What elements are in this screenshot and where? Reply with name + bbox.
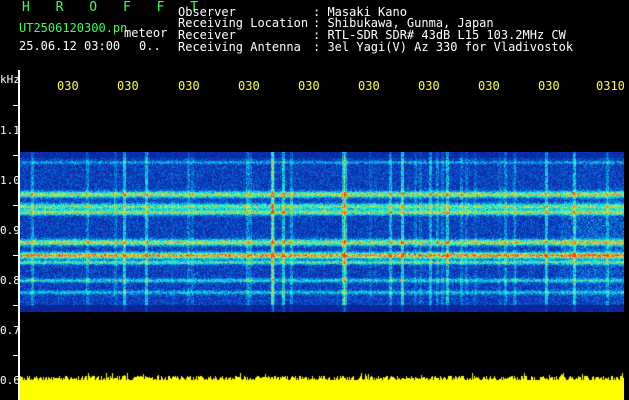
x-tick-label: 030 <box>538 79 560 93</box>
datetime: 25.06.12 03:00 <box>19 39 121 53</box>
y-tick-label: 0.6 <box>0 374 20 387</box>
x-tick-label: 030 <box>418 79 440 93</box>
x-tick-label: 030 <box>178 79 200 93</box>
x-tick-label: 0310 <box>596 79 625 93</box>
x-tick-label: 030 <box>358 79 380 93</box>
counter: 0.. <box>139 39 161 53</box>
filename-suffix: meteor <box>124 26 168 40</box>
y-tick <box>13 305 19 306</box>
filename: UT2506120300.pn <box>19 21 128 35</box>
y-axis-unit: kHz <box>0 73 20 86</box>
y-tick <box>13 355 19 356</box>
spectrogram <box>20 152 624 312</box>
field-label-antenna: Receiving Antenna <box>178 40 301 54</box>
y-tick-label: 0.7 <box>0 324 20 337</box>
x-tick-label: 030 <box>238 79 260 93</box>
y-tick <box>13 155 19 156</box>
x-tick-label: 030 <box>57 79 79 93</box>
y-tick-label: 0.9 <box>0 224 20 237</box>
y-tick-label: 0.8 <box>0 274 20 287</box>
power-band <box>20 368 624 400</box>
y-tick <box>13 255 19 256</box>
y-tick-label: 1.1 <box>0 124 20 137</box>
x-tick-label: 030 <box>478 79 500 93</box>
y-tick <box>13 205 19 206</box>
field-value-antenna: : 3el Yagi(V) Az 330 for Vladivostok <box>313 40 574 54</box>
y-tick-label: 1.0 <box>0 174 20 187</box>
y-tick <box>13 105 19 106</box>
x-tick-label: 030 <box>298 79 320 93</box>
x-tick-label: 030 <box>117 79 139 93</box>
